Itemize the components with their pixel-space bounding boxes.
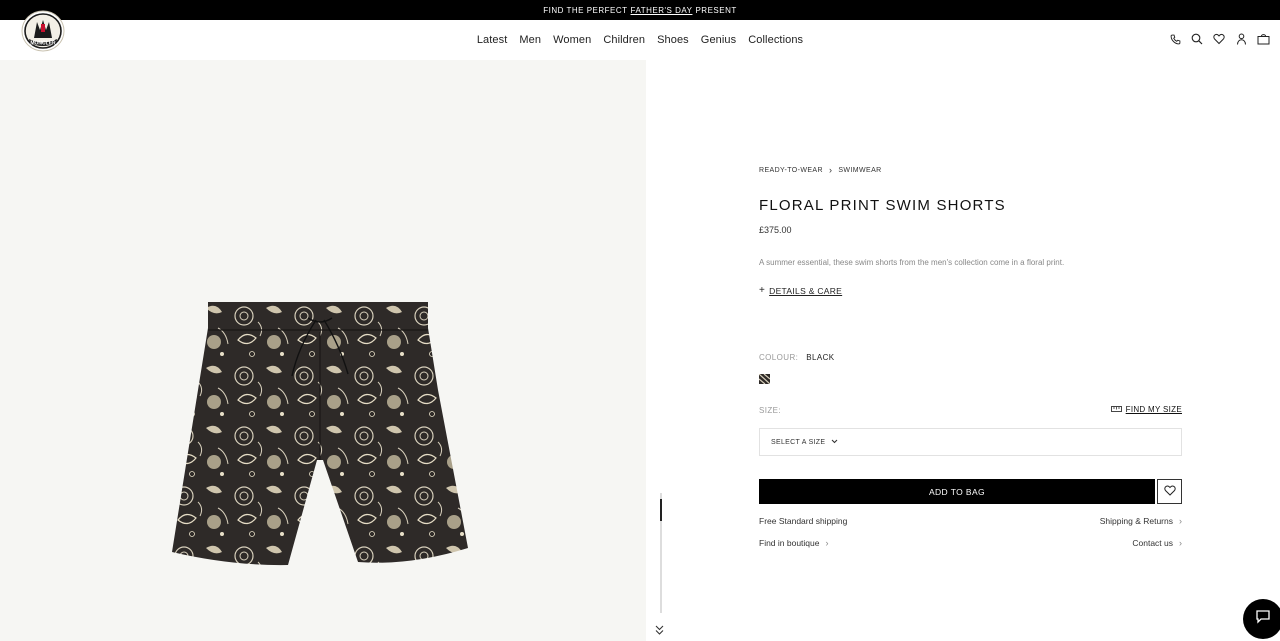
- bag-icon[interactable]: [1256, 32, 1270, 46]
- header: Latest Men Women Children Shoes Genius C…: [0, 20, 1280, 60]
- shipping-returns-label: Shipping & Returns: [1099, 516, 1173, 526]
- find-my-size-label: FIND MY SIZE: [1125, 405, 1182, 414]
- nav-collections[interactable]: Collections: [747, 34, 804, 46]
- chevron-right-icon: ›: [828, 165, 833, 175]
- nav-men[interactable]: Men: [518, 34, 542, 46]
- chevron-down-icon: [831, 439, 838, 446]
- search-icon[interactable]: [1190, 32, 1204, 46]
- find-in-boutique-link[interactable]: Find in boutique ›: [759, 538, 829, 548]
- details-care-label: DETAILS & CARE: [769, 286, 843, 296]
- breadcrumb: READY-TO-WEAR › SWIMWEAR: [759, 165, 882, 175]
- colour-swatch-black[interactable]: [758, 371, 771, 385]
- breadcrumb-item-ready-to-wear[interactable]: READY-TO-WEAR: [759, 167, 823, 174]
- nav-women[interactable]: Women: [552, 34, 592, 46]
- free-shipping-label: Free Standard shipping: [759, 516, 848, 526]
- product-image-area: [0, 60, 646, 641]
- chat-icon: [1255, 609, 1271, 629]
- colour-value: BLACK: [806, 353, 835, 362]
- image-scroll-thumb[interactable]: [660, 499, 662, 521]
- chevron-right-icon: ›: [1179, 516, 1182, 526]
- promo-link[interactable]: FATHER'S DAY: [631, 6, 693, 15]
- breadcrumb-item-swimwear[interactable]: SWIMWEAR: [838, 167, 881, 174]
- shipping-returns-link[interactable]: Shipping & Returns ›: [1100, 516, 1182, 526]
- chat-button[interactable]: [1243, 599, 1280, 639]
- colour-row: COLOUR: BLACK: [759, 353, 834, 362]
- promo-text-after: PRESENT: [695, 5, 737, 15]
- brand-logo[interactable]: MONCLER: [21, 10, 65, 52]
- colour-label: COLOUR:: [759, 353, 799, 362]
- details-care-toggle[interactable]: + DETAILS & CARE: [759, 285, 843, 297]
- find-in-boutique-label: Find in boutique: [759, 538, 820, 548]
- phone-icon[interactable]: [1168, 32, 1182, 46]
- nav-genius[interactable]: Genius: [700, 34, 737, 46]
- header-icons: [1168, 32, 1270, 46]
- nav-latest[interactable]: Latest: [476, 34, 509, 46]
- free-shipping-text: Free Standard shipping: [759, 516, 847, 526]
- add-to-bag-button[interactable]: ADD TO BAG: [759, 479, 1155, 504]
- svg-text:MONCLER: MONCLER: [30, 41, 56, 47]
- add-to-wishlist-button[interactable]: [1157, 479, 1182, 504]
- heart-icon[interactable]: [1212, 32, 1226, 46]
- size-select[interactable]: SELECT A SIZE: [759, 428, 1182, 456]
- nav-children[interactable]: Children: [602, 34, 646, 46]
- promo-text-before: FIND THE PERFECT: [543, 5, 628, 15]
- find-my-size-link[interactable]: FIND MY SIZE: [1110, 405, 1182, 414]
- size-label: SIZE:: [759, 406, 782, 415]
- product-price: £375.00: [759, 225, 792, 235]
- plus-icon: +: [759, 285, 766, 296]
- promo-bar: FIND THE PERFECT FATHER'S DAY PRESENT: [0, 0, 1280, 20]
- main-nav: Latest Men Women Children Shoes Genius C…: [0, 20, 1280, 60]
- ruler-icon: [1110, 405, 1122, 414]
- product-description: A summer essential, these swim shorts fr…: [759, 258, 1065, 267]
- contact-us-label: Contact us: [1132, 538, 1173, 548]
- product-image-shorts[interactable]: [170, 240, 470, 575]
- heart-icon: [1163, 483, 1176, 501]
- scroll-down-icon[interactable]: [655, 625, 664, 638]
- user-icon[interactable]: [1234, 32, 1248, 46]
- chevron-right-icon: ›: [825, 538, 829, 548]
- contact-us-link[interactable]: Contact us ›: [1132, 538, 1182, 548]
- product-title: FLORAL PRINT SWIM SHORTS: [759, 197, 1006, 214]
- chevron-right-icon: ›: [1179, 538, 1182, 548]
- nav-shoes[interactable]: Shoes: [656, 34, 690, 46]
- size-select-placeholder: SELECT A SIZE: [771, 438, 826, 446]
